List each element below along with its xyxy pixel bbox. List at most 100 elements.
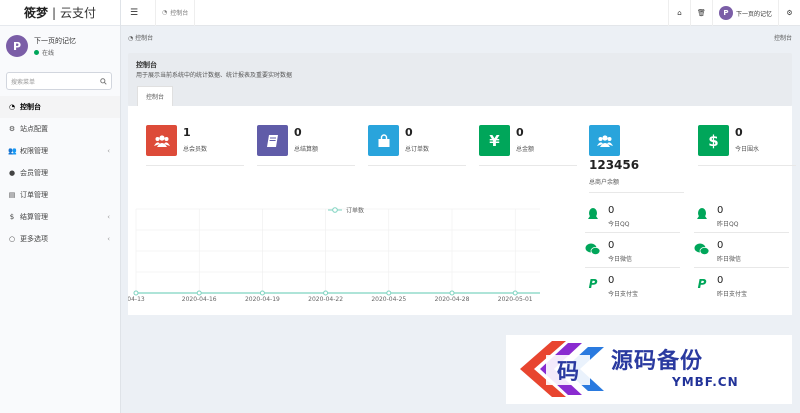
- sidebar-menu: ◔ 控制台 ⚙ 站点配置 👥 权限管理 ‹ ● 会员管理 ▤ 订单管理 $ 结算管理 ‹ ○ 更多…: [0, 96, 120, 250]
- divider: [694, 267, 789, 268]
- user-status-text: 在线: [42, 49, 55, 57]
- paypal-icon: P: [697, 277, 707, 291]
- dashboard-icon: ◔: [162, 9, 168, 16]
- stat-wechat-today: 0 今日微信: [585, 238, 680, 274]
- divider: [257, 165, 355, 166]
- divider: [694, 232, 789, 233]
- stat-total-orders: 0 总订单数: [368, 118, 466, 173]
- stat-value: 0: [717, 275, 724, 286]
- tab-dashboard[interactable]: ◔ 控制台: [155, 0, 196, 26]
- data-point: [259, 290, 265, 296]
- list-icon: ▤: [8, 191, 16, 199]
- sidebar-item-label: 订单管理: [20, 191, 48, 199]
- stat-label: 总商户余额: [589, 179, 620, 186]
- sidebar-item-settlement[interactable]: $ 结算管理 ‹: [0, 206, 120, 228]
- x-tick-label: 2020-05-01: [498, 296, 533, 303]
- search-input[interactable]: 搜索菜单: [6, 72, 112, 90]
- stat-label: 昨日微信: [717, 256, 742, 263]
- breadcrumb-right[interactable]: 控制台: [774, 33, 792, 42]
- panel-title: 控制台: [136, 61, 157, 69]
- stat-label: 昨日支付宝: [717, 291, 748, 298]
- dollar-icon: $: [698, 125, 729, 156]
- stat-value: 0: [294, 126, 302, 139]
- wechat-icon: [585, 242, 601, 256]
- breadcrumb: ◔ 控制台: [128, 33, 153, 42]
- sidebar-item-permissions[interactable]: 👥 权限管理 ‹: [0, 140, 120, 162]
- dashboard-card: 1 总会员数 0 总结算额 0 总订单数 ¥ 0 总金额 123456 总商户余…: [128, 106, 796, 315]
- sidebar-item-site-config[interactable]: ⚙ 站点配置: [0, 118, 120, 140]
- search-icon[interactable]: [100, 77, 107, 85]
- divider: [479, 165, 577, 166]
- stat-today: $ 0 今日围水: [698, 118, 796, 173]
- dashboard-icon: ◔: [8, 103, 16, 111]
- divider: [698, 165, 796, 166]
- stat-value: 0: [608, 240, 615, 251]
- stat-merchant-balance: 123456 总商户余额: [589, 125, 684, 200]
- stat-label: 今日支付宝: [608, 291, 639, 298]
- stat-label: 今日微信: [608, 256, 633, 263]
- stat-label: 今日QQ: [608, 221, 630, 228]
- search-placeholder: 搜索菜单: [11, 78, 36, 86]
- legend-marker: [332, 207, 338, 213]
- stat-value: 0: [516, 126, 524, 139]
- avatar: P: [718, 6, 733, 20]
- watermark-mark: 码: [557, 359, 579, 385]
- stat-label: 总会员数: [183, 146, 208, 153]
- sidebar-item-dashboard[interactable]: ◔ 控制台: [0, 96, 120, 118]
- divider: [368, 165, 466, 166]
- x-tick-label: 2020-04-19: [245, 296, 280, 303]
- yen-icon: ¥: [479, 125, 510, 156]
- x-tick-label: 2020-04-16: [182, 296, 217, 303]
- tab-dashboard-panel[interactable]: 控制台: [137, 86, 173, 106]
- sidebar-item-members[interactable]: ● 会员管理: [0, 162, 120, 184]
- watermark-logo: 码 源码备份 YMBF.CN: [506, 335, 792, 404]
- online-dot-icon: [34, 49, 39, 55]
- stat-value: 0: [608, 275, 615, 286]
- settings-button[interactable]: ⚙: [778, 0, 800, 26]
- stat-value: 0: [608, 205, 615, 216]
- users-icon: [146, 125, 177, 156]
- circle-icon: ○: [8, 235, 16, 243]
- stat-label: 总结算额: [294, 146, 319, 153]
- data-point: [449, 290, 455, 296]
- users-icon: 👥: [8, 147, 17, 155]
- wechat-icon: [694, 242, 710, 256]
- chevron-left-icon: ‹: [107, 147, 110, 155]
- data-point: [323, 290, 329, 296]
- stat-wechat-yesterday: 0 昨日微信: [694, 238, 789, 274]
- brand-logo[interactable]: 筱梦 | 云支付: [0, 0, 120, 26]
- watermark-sub: YMBF.CN: [672, 375, 739, 389]
- user-menu[interactable]: P 下一页的记忆: [711, 0, 778, 26]
- stat-qq-today: 0 今日QQ: [585, 203, 680, 239]
- sidebar-item-orders[interactable]: ▤ 订单管理: [0, 184, 120, 206]
- trash-icon: 🗑: [697, 9, 706, 17]
- dashboard-icon: ◔: [128, 35, 134, 42]
- divider: [146, 165, 244, 166]
- sidebar-item-more[interactable]: ○ 更多选项 ‹: [0, 228, 120, 250]
- stat-value: 0: [717, 240, 724, 251]
- data-point: [133, 290, 139, 296]
- sidebar-item-label: 更多选项: [20, 235, 48, 243]
- x-tick-label: 2020-04-22: [308, 296, 343, 303]
- user-status: 在线: [34, 48, 76, 57]
- stat-value: 123456: [589, 158, 640, 172]
- menu-toggle-icon[interactable]: ☰: [125, 8, 143, 18]
- stat-label: 今日围水: [735, 146, 760, 153]
- sidebar-item-label: 会员管理: [20, 169, 48, 177]
- clear-cache-button[interactable]: 🗑: [689, 0, 712, 26]
- home-button[interactable]: ⌂: [667, 0, 690, 26]
- stat-label: 总订单数: [405, 146, 430, 153]
- gear-icon: ⚙: [8, 125, 16, 133]
- chevron-left-icon: ‹: [107, 235, 110, 243]
- stat-value: 0: [405, 126, 413, 139]
- book-icon: [257, 125, 288, 156]
- sidebar-item-label: 结算管理: [20, 213, 48, 221]
- brand-name: 筱梦: [23, 6, 48, 20]
- data-point: [196, 290, 202, 296]
- stat-value: 0: [717, 205, 724, 216]
- tab-label: 控制台: [170, 10, 189, 17]
- x-tick-label: 2020-04-28: [435, 296, 470, 303]
- stat-qq-yesterday: 0 昨日QQ: [694, 203, 789, 239]
- stat-total-settlement: 0 总结算额: [257, 118, 355, 173]
- legend-label: 订单数: [346, 207, 364, 215]
